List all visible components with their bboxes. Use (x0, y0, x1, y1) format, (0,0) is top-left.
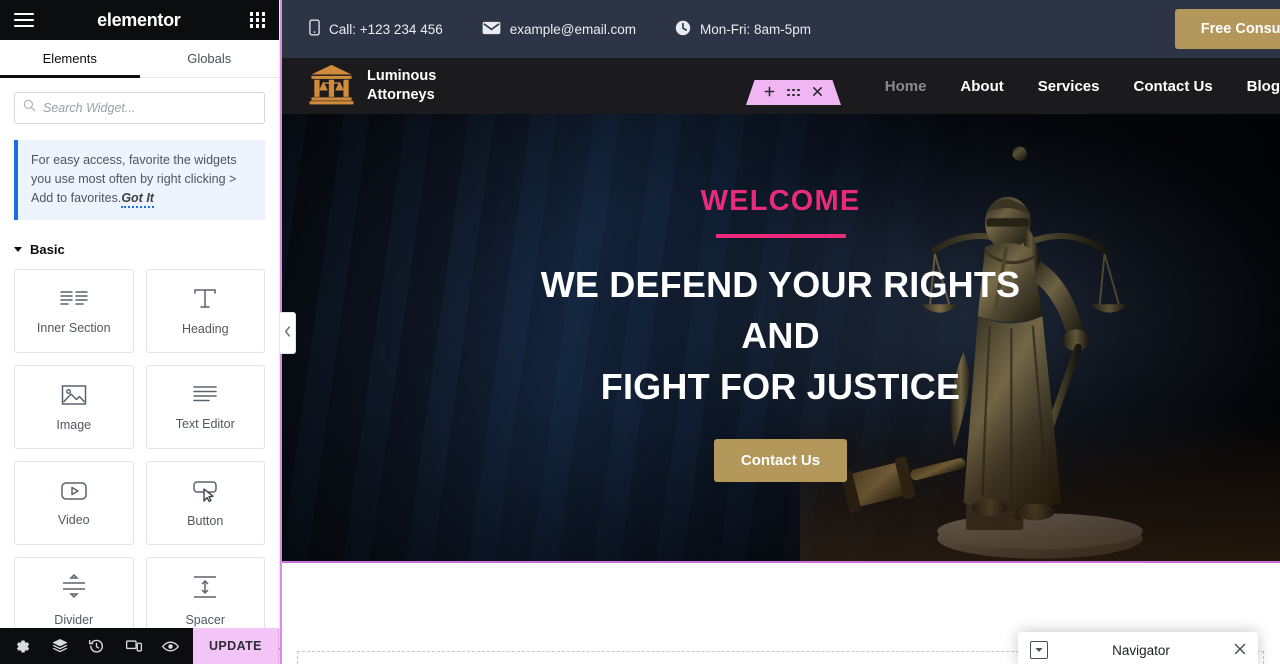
envelope-icon (482, 21, 501, 38)
widget-label: Divider (54, 612, 94, 627)
collapse-panel-handle[interactable] (280, 312, 296, 354)
widget-text-editor[interactable]: Text Editor (145, 365, 265, 449)
hero-headline-line-3: FIGHT FOR JUSTICE (600, 365, 961, 407)
topbar-phone[interactable]: Call: +123 234 456 (309, 19, 443, 39)
history-button[interactable] (78, 628, 115, 664)
widget-video[interactable]: Video (14, 461, 134, 545)
phone-icon (309, 19, 320, 39)
heading-t-icon (192, 287, 218, 311)
inner-section-icon (59, 288, 89, 310)
widget-inner-section[interactable]: Inner Section (14, 269, 134, 353)
drag-dots-icon[interactable] (787, 88, 800, 97)
panel-header: elementor (0, 0, 279, 40)
nav-link-about[interactable]: About (960, 78, 1003, 95)
panel-tabs: Elements Globals (0, 40, 279, 78)
divider-icon (59, 572, 89, 602)
section-toolbar-icons (746, 80, 841, 105)
image-icon (60, 383, 88, 407)
update-options-chevron-up-icon[interactable] (277, 628, 280, 664)
section-toolbar[interactable] (746, 80, 841, 105)
button-cursor-icon (190, 479, 220, 503)
hero-eyebrow: WELCOME (700, 185, 861, 218)
widget-label: Video (57, 512, 90, 527)
widget-label: Button (187, 513, 224, 528)
hero-contact-us-button[interactable]: Contact Us (713, 438, 848, 482)
chevron-down-icon (14, 247, 22, 252)
site-topbar: Call: +123 234 456 example@email.com Mon… (281, 0, 1280, 58)
widget-image[interactable]: Image (14, 365, 134, 449)
nav-link-contact-us[interactable]: Contact Us (1133, 78, 1212, 95)
logo-line-1: Luminous (367, 68, 437, 85)
hero-headline-line-2: AND (741, 314, 820, 356)
site-navbar: Luminous Attorneys Home About Services C… (281, 58, 1280, 114)
hero-headline: WE DEFEND YOUR RIGHTS AND FIGHT FOR JUST… (541, 259, 1021, 412)
widget-label: Inner Section (36, 320, 111, 335)
preview-button[interactable] (152, 628, 189, 664)
tab-elements[interactable]: Elements (0, 40, 140, 78)
hero-section[interactable]: WELCOME WE DEFEND YOUR RIGHTS AND FIGHT … (281, 114, 1280, 563)
text-editor-icon (191, 384, 219, 406)
search-icon (23, 99, 36, 117)
courthouse-scales-icon (309, 63, 354, 110)
settings-button[interactable] (4, 628, 41, 664)
site-nav-links: Home About Services Contact Us Blog (885, 58, 1280, 114)
tab-globals[interactable]: Globals (140, 40, 280, 77)
search-input[interactable] (43, 101, 256, 115)
dropdown-box-icon[interactable] (1030, 641, 1048, 659)
clock-icon (675, 20, 691, 39)
elementor-editor: elementor Elements Globals For easy acce… (0, 0, 1280, 664)
topbar-hours-text: Mon-Fri: 8am-5pm (699, 21, 811, 37)
widget-grid: Inner Section Heading Image Text Editor … (14, 269, 265, 641)
widget-heading[interactable]: Heading (145, 269, 265, 353)
free-consultation-button[interactable]: Free Consultation (1174, 9, 1280, 49)
widget-button[interactable]: Button (145, 461, 265, 545)
elementor-logo: elementor (97, 9, 181, 30)
favorites-notice: For easy access, favorite the widgets yo… (14, 140, 265, 220)
nav-link-services[interactable]: Services (1038, 78, 1100, 95)
topbar-email[interactable]: example@email.com (482, 21, 636, 38)
nav-link-home[interactable]: Home (885, 78, 927, 95)
apps-grid-icon[interactable] (249, 12, 265, 28)
logo-line-2: Attorneys (367, 87, 435, 103)
hero-eyebrow-underline (715, 234, 846, 238)
preview-canvas: Call: +123 234 456 example@email.com Mon… (281, 0, 1280, 664)
topbar-hours[interactable]: Mon-Fri: 8am-5pm (675, 20, 811, 39)
search-widget-row (0, 78, 279, 124)
topbar-phone-text: Call: +123 234 456 (329, 21, 443, 37)
navigator-close-icon[interactable] (1234, 643, 1246, 658)
close-x-icon[interactable] (812, 86, 823, 100)
category-header-basic[interactable]: Basic (14, 242, 265, 257)
topbar-email-text: example@email.com (509, 21, 636, 37)
widget-label: Text Editor (175, 416, 235, 431)
nav-link-blog[interactable]: Blog (1247, 78, 1280, 95)
spacer-icon (190, 572, 220, 602)
hero-content: WELCOME WE DEFEND YOUR RIGHTS AND FIGHT … (281, 114, 1280, 561)
site-logo-text: Luminous Attorneys (367, 67, 436, 104)
navigator-title: Navigator (1112, 642, 1170, 658)
update-button[interactable]: UPDATE (193, 628, 278, 664)
navigator-panel[interactable]: Navigator (1018, 632, 1258, 664)
panel-footer-dock: UPDATE (0, 628, 280, 664)
widget-label: Spacer (185, 612, 226, 627)
panel-body: For easy access, favorite the widgets yo… (0, 78, 279, 664)
chevron-left-icon (284, 324, 291, 342)
widget-label: Heading (181, 321, 229, 336)
plus-icon[interactable] (764, 86, 775, 100)
hero-headline-line-1: WE DEFEND YOUR RIGHTS (540, 263, 1021, 305)
site-logo[interactable]: Luminous Attorneys (309, 63, 436, 110)
elementor-panel: elementor Elements Globals For easy acce… (0, 0, 280, 664)
navigator-button[interactable] (41, 628, 78, 664)
responsive-mode-button[interactable] (115, 628, 152, 664)
got-it-button[interactable]: Got It (121, 191, 154, 208)
search-widget-box[interactable] (14, 92, 265, 124)
widget-label: Image (56, 417, 92, 432)
dock-tools (0, 628, 193, 664)
category-label: Basic (30, 242, 65, 257)
video-play-icon (59, 480, 89, 502)
